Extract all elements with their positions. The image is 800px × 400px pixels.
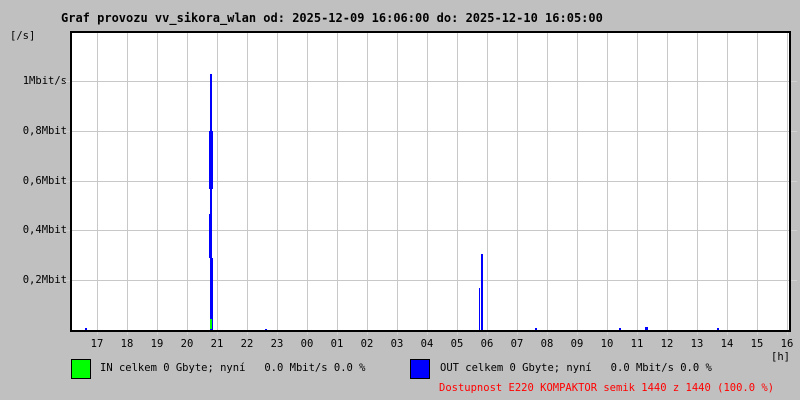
x-axis-tick-label: 02 [360, 338, 374, 350]
legend-in-swatch [71, 359, 91, 379]
y-axis-tick-right [791, 81, 797, 82]
x-axis-tick-label: 22 [240, 338, 254, 350]
legend-out-label: OUT celkem 0 Gbyte; nyní 0.0 Mbit/s 0.0 … [440, 362, 712, 374]
traffic-bar-out [481, 254, 483, 330]
x-axis-tick-label: 03 [390, 338, 404, 350]
x-axis-unit-label: [h] [771, 351, 790, 363]
x-axis-tick [397, 332, 398, 335]
y-axis-tick-label: 1Mbit/s [22, 75, 67, 87]
traffic-bar-out [479, 288, 480, 330]
x-axis-tick [757, 332, 758, 335]
x-axis-tick [337, 332, 338, 335]
y-axis-tick-left [65, 81, 70, 82]
y-axis-tick-right [791, 230, 797, 231]
x-axis-tick [127, 332, 128, 335]
traffic-bar-out [265, 329, 267, 330]
x-axis-tick-label: 01 [330, 338, 344, 350]
traffic-bar-out [209, 131, 213, 189]
x-axis-tick [727, 332, 728, 335]
x-axis-tick-label: 00 [300, 338, 314, 350]
availability-text: Dostupnost E220 KOMPAKTOR semik 1440 z 1… [439, 382, 775, 394]
x-axis-tick-label: 18 [120, 338, 134, 350]
x-axis-tick-label: 08 [540, 338, 554, 350]
x-axis-tick-label: 21 [210, 338, 224, 350]
x-axis-tick [367, 332, 368, 335]
y-axis-tick-label: 0,2Mbit [22, 274, 67, 286]
y-axis-unit-label: [/s] [10, 30, 36, 42]
y-axis-tick-label: 0,4Mbit [22, 224, 67, 236]
legend-out-swatch [410, 359, 430, 379]
x-axis-tick-label: 20 [180, 338, 194, 350]
y-axis-tick-right [791, 181, 797, 182]
x-axis-tick-label: 06 [480, 338, 494, 350]
x-axis-tick [217, 332, 218, 335]
legend-in-label: IN celkem 0 Gbyte; nyní 0.0 Mbit/s 0.0 % [100, 362, 366, 374]
traffic-bar-out [209, 214, 212, 258]
gridline-horizontal [72, 280, 789, 281]
traffic-bar-out [85, 328, 87, 330]
gridline-horizontal [72, 81, 789, 82]
x-axis-tick [637, 332, 638, 335]
y-axis-tick-right [791, 131, 797, 132]
gridline-horizontal [72, 181, 789, 182]
x-axis-tick-label: 14 [720, 338, 734, 350]
traffic-graph-page: Graf provozu vv_sikora_wlan od: 2025-12-… [0, 0, 800, 400]
x-axis-tick [187, 332, 188, 335]
x-axis-tick [577, 332, 578, 335]
y-axis-tick-left [65, 280, 70, 281]
traffic-bar-out [645, 327, 648, 330]
x-axis-tick-label: 04 [420, 338, 434, 350]
x-axis-tick-label: 11 [630, 338, 644, 350]
x-axis-tick [307, 332, 308, 335]
x-axis-tick [547, 332, 548, 335]
x-axis-tick-label: 16 [780, 338, 794, 350]
x-axis-tick [457, 332, 458, 335]
y-axis-tick-label: 0,6Mbit [22, 175, 67, 187]
x-axis-tick [787, 332, 788, 335]
gridline-horizontal [72, 131, 789, 132]
x-axis-tick-label: 13 [690, 338, 704, 350]
x-axis-tick-label: 19 [150, 338, 164, 350]
x-axis-tick [667, 332, 668, 335]
x-axis-tick-label: 23 [270, 338, 284, 350]
y-axis-tick-label: 0,8Mbit [22, 125, 67, 137]
chart-plot-area [70, 31, 791, 332]
x-axis-tick-label: 17 [90, 338, 104, 350]
x-axis-tick-label: 05 [450, 338, 464, 350]
x-axis-tick [277, 332, 278, 335]
x-axis-tick-label: 15 [750, 338, 764, 350]
traffic-bar-out [619, 328, 621, 330]
gridline-horizontal [72, 230, 789, 231]
x-axis-tick [97, 332, 98, 335]
x-axis-tick-label: 07 [510, 338, 524, 350]
x-axis-tick [247, 332, 248, 335]
traffic-bar-out [717, 328, 719, 330]
x-axis-tick-label: 09 [570, 338, 584, 350]
x-axis-tick [517, 332, 518, 335]
x-axis-tick [607, 332, 608, 335]
traffic-bar-in [210, 319, 212, 329]
y-axis-tick-right [791, 280, 797, 281]
traffic-bar-out [212, 258, 213, 330]
traffic-bar-out [535, 328, 537, 330]
x-axis-tick [487, 332, 488, 335]
x-axis-tick [427, 332, 428, 335]
x-axis-tick [157, 332, 158, 335]
x-axis-tick-label: 10 [600, 338, 614, 350]
y-axis-tick-left [65, 230, 70, 231]
y-axis-tick-left [65, 131, 70, 132]
y-axis-tick-left [65, 181, 70, 182]
graph-title: Graf provozu vv_sikora_wlan od: 2025-12-… [61, 11, 603, 25]
x-axis-tick-label: 12 [660, 338, 674, 350]
x-axis-tick [697, 332, 698, 335]
